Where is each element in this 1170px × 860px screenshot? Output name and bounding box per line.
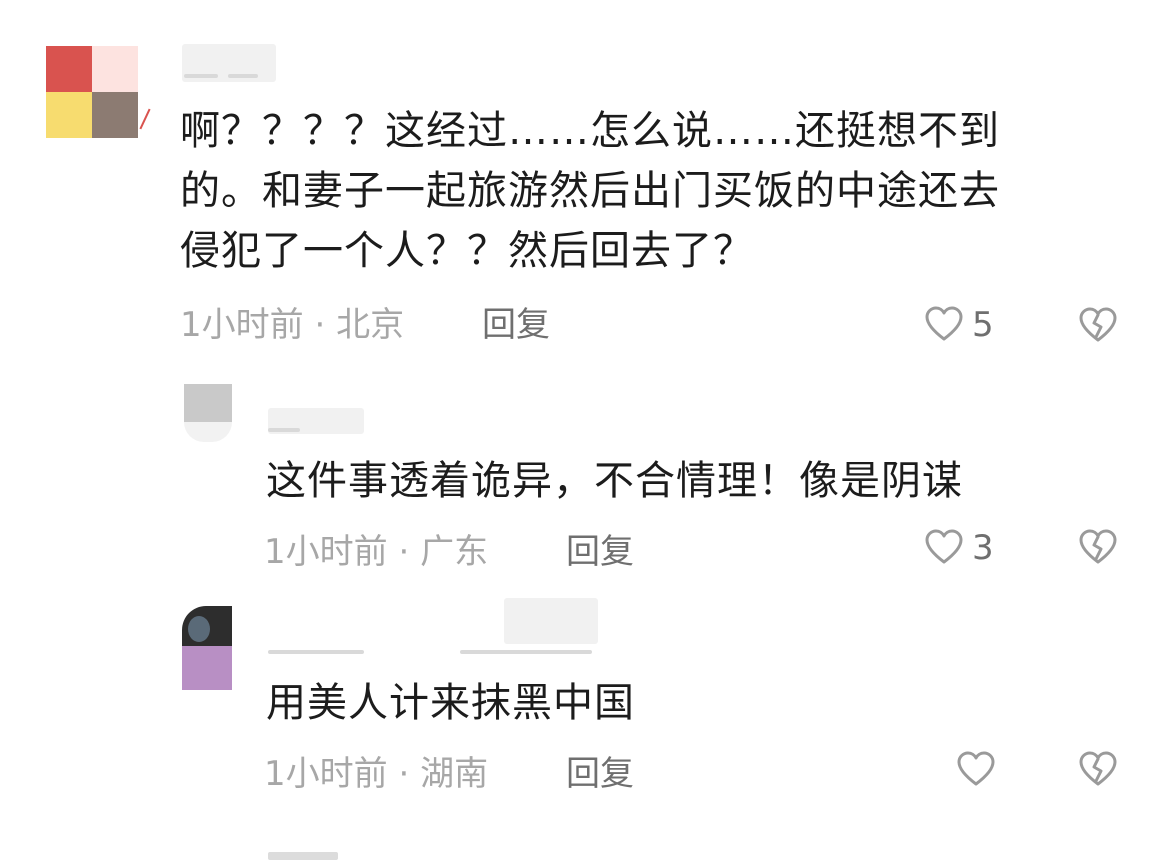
comment-meta: 1小时前 · 广东	[264, 532, 488, 572]
avatar-tile	[184, 422, 232, 442]
dislike-button[interactable]	[1078, 306, 1118, 350]
comment-meta: 1小时前 · 湖南	[264, 754, 488, 794]
comment-location: 北京	[336, 305, 405, 345]
heart-icon	[957, 751, 995, 786]
reply-button[interactable]: 回复	[566, 754, 634, 794]
comment-text-line: 侵犯了一个人？？然后回去了？	[180, 228, 754, 274]
meta-separator: ·	[314, 305, 326, 345]
comment-text-line: 的。和妻子一起旅游然后出门买饭的中途还去	[180, 168, 1000, 214]
meta-separator: ·	[398, 532, 410, 572]
avatar-tile	[188, 616, 210, 642]
dislike-button[interactable]	[1078, 750, 1118, 794]
username-fragment	[268, 650, 364, 654]
comment-text-line: 啊？？？？这经过……怎么说……还挺想不到	[180, 108, 1000, 154]
commenter-avatar[interactable]	[46, 46, 138, 138]
comment-time: 1小时前	[180, 305, 304, 345]
like-count: 5	[972, 305, 994, 345]
commenter-avatar[interactable]	[184, 384, 232, 442]
comment-location: 湖南	[420, 754, 489, 794]
username-fragment	[184, 74, 218, 78]
comment-text-line: 用美人计来抹黑中国	[266, 680, 635, 726]
reply-button[interactable]: 回复	[482, 305, 550, 345]
avatar-tile	[92, 46, 138, 92]
username-redacted[interactable]	[504, 598, 598, 644]
avatar-badge-mark	[139, 108, 151, 130]
comment-text-line: 这件事透着诡异，不合情理！像是阴谋	[266, 458, 963, 504]
heart-icon	[925, 306, 963, 341]
avatar-tile	[46, 92, 92, 138]
commenter-avatar[interactable]	[182, 606, 232, 690]
comment-time: 1小时前	[264, 532, 388, 572]
comment-meta: 1小时前 · 北京	[180, 305, 404, 345]
avatar-tile	[92, 92, 138, 138]
avatar-tile	[46, 46, 92, 92]
like-button[interactable]: 3	[924, 528, 994, 568]
dislike-button[interactable]	[1078, 528, 1118, 572]
broken-heart-icon	[1079, 529, 1117, 564]
broken-heart-icon	[1079, 751, 1117, 786]
username-fragment	[460, 650, 592, 654]
meta-separator: ·	[398, 754, 410, 794]
like-button[interactable]: 5	[924, 305, 994, 345]
username-fragment	[228, 74, 258, 78]
broken-heart-icon	[1079, 307, 1117, 342]
comment-time: 1小时前	[264, 754, 388, 794]
avatar-tile	[182, 646, 232, 690]
avatar-tile	[184, 384, 232, 422]
username-fragment	[268, 428, 300, 432]
heart-icon	[925, 529, 963, 564]
username-fragment	[268, 852, 338, 860]
like-button[interactable]	[956, 750, 996, 790]
like-count: 3	[972, 528, 994, 568]
reply-button[interactable]: 回复	[566, 532, 634, 572]
comment-location: 广东	[420, 532, 489, 572]
